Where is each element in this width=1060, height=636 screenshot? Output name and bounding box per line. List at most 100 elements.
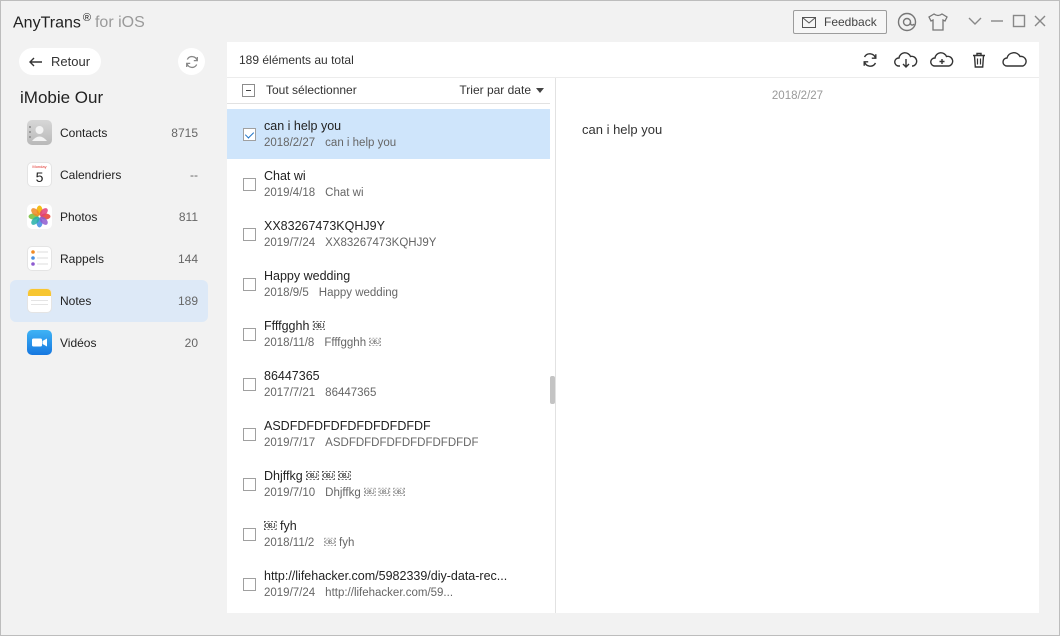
note-title: Dhjffkg ￼ ￼ ￼ xyxy=(264,469,351,483)
refresh-device-button[interactable] xyxy=(178,48,205,75)
total-count: 189 éléments au total xyxy=(239,53,354,67)
note-preview: 86447365 xyxy=(325,387,377,399)
maximize-icon[interactable] xyxy=(1011,13,1027,29)
note-title: ￼ fyh xyxy=(264,519,297,533)
note-title: Ffffgghh ￼ xyxy=(264,319,326,333)
photos-icon xyxy=(27,204,52,229)
note-preview: Dhjffkg ￼ ￼ ￼ xyxy=(325,487,405,499)
refresh-list-icon[interactable] xyxy=(859,50,881,70)
note-title: can i help you xyxy=(264,119,342,133)
add-to-device-icon[interactable] xyxy=(930,50,954,70)
note-row[interactable]: ASDFDFDFDFDFDFDFDFDF 2019/7/17 ASDFDFDFDF… xyxy=(227,409,550,459)
arrow-left-icon xyxy=(29,57,42,66)
sidebar-item-calendars[interactable]: Monday 5 Calendriers -- xyxy=(10,154,208,196)
row-checkbox[interactable] xyxy=(243,478,256,491)
select-all-label[interactable]: Tout sélectionner xyxy=(266,83,357,97)
note-title: http://lifehacker.com/5982339/diy-data-r… xyxy=(264,569,508,583)
note-row[interactable]: can i help you 2018/2/27 can i help you xyxy=(227,109,550,159)
note-preview: XX83267473KQHJ9Y xyxy=(325,237,437,249)
sidebar-item-contacts[interactable]: Contacts 8715 xyxy=(10,112,208,154)
sidebar-item-label: Calendriers xyxy=(60,168,122,182)
main-toolbar: 189 éléments au total xyxy=(227,42,1039,78)
note-date: 2018/11/2 xyxy=(264,537,315,549)
app-window: AnyTrans ® for iOS Feedback Retour iMobi… xyxy=(0,0,1060,636)
row-checkbox[interactable] xyxy=(243,128,256,141)
account-icon[interactable] xyxy=(896,11,918,33)
note-date: 2018/11/8 xyxy=(264,337,315,349)
note-row[interactable]: http://lifehacker.com/5982339/diy-data-r… xyxy=(227,559,550,609)
app-platform: for iOS xyxy=(94,14,145,32)
note-title: 86447365 xyxy=(264,369,320,383)
caret-down-icon xyxy=(536,87,544,93)
row-checkbox[interactable] xyxy=(243,528,256,541)
app-title: AnyTrans ® for iOS xyxy=(13,12,145,32)
contacts-icon xyxy=(27,120,52,145)
note-row[interactable]: Chat wi 2019/4/18 Chat wi xyxy=(227,159,550,209)
row-checkbox[interactable] xyxy=(243,578,256,591)
row-checkbox[interactable] xyxy=(243,278,256,291)
note-date: 2017/7/21 xyxy=(264,387,316,399)
note-row[interactable]: Dhjffkg ￼ ￼ ￼ 2019/7/10 Dhjffkg ￼ ￼ ￼ xyxy=(227,459,550,509)
sidebar-item-photos[interactable]: Photos 811 xyxy=(10,196,208,238)
sidebar-item-count: 20 xyxy=(184,336,198,350)
note-title: Happy wedding xyxy=(264,269,351,283)
note-preview: Ffffgghh ￼ xyxy=(324,337,381,349)
sidebar-item-label: Notes xyxy=(60,294,92,308)
sidebar-item-label: Contacts xyxy=(60,126,108,140)
notes-list: Tout sélectionner Trier par date can i h… xyxy=(227,78,556,613)
delete-icon[interactable] xyxy=(968,50,990,70)
back-button[interactable]: Retour xyxy=(19,48,101,75)
menu-dropdown-icon[interactable] xyxy=(967,13,983,29)
note-meta: 2019/7/24 XX83267473KQHJ9Y xyxy=(264,237,436,249)
refresh-icon xyxy=(185,55,198,68)
sort-label: Trier par date xyxy=(459,83,531,97)
sidebar-item-count: -- xyxy=(190,168,198,182)
close-icon[interactable] xyxy=(1032,13,1048,29)
note-meta: 2018/11/8 Ffffgghh ￼ xyxy=(264,337,381,349)
note-detail: 2018/2/27 can i help you xyxy=(556,78,1039,613)
icloud-icon[interactable] xyxy=(1002,50,1028,70)
sidebar-item-count: 811 xyxy=(178,210,198,224)
row-checkbox[interactable] xyxy=(243,378,256,391)
sidebar-item-label: Photos xyxy=(60,210,98,224)
sidebar-item-label: Vidéos xyxy=(60,336,97,350)
skin-shirt-icon[interactable] xyxy=(927,11,949,33)
row-checkbox[interactable] xyxy=(243,428,256,441)
note-preview: Chat wi xyxy=(325,187,364,199)
sidebar-item-reminders[interactable]: Rappels 144 xyxy=(10,238,208,280)
note-date: 2018/9/5 xyxy=(264,287,309,299)
note-meta: 2019/7/10 Dhjffkg ￼ ￼ ￼ xyxy=(264,487,405,499)
note-date: 2019/4/18 xyxy=(264,187,316,199)
detail-date: 2018/2/27 xyxy=(771,90,824,102)
feedback-label: Feedback xyxy=(824,15,877,29)
notes-icon xyxy=(27,288,52,313)
note-row[interactable]: 86447365 2017/7/21 86447365 xyxy=(227,359,550,409)
calendar-icon-day: 5 xyxy=(35,169,44,185)
list-header: Tout sélectionner Trier par date xyxy=(227,78,550,104)
title-bar: AnyTrans ® for iOS Feedback xyxy=(1,1,1059,41)
note-row[interactable]: Ffffgghh ￼ 2018/11/8 Ffffgghh ￼ xyxy=(227,309,550,359)
note-row[interactable]: XX83267473KQHJ9Y 2019/7/24 XX83267473KQHJ… xyxy=(227,209,550,259)
main-panel: 189 éléments au total Tout sélectionner xyxy=(227,42,1039,613)
app-name: AnyTrans xyxy=(13,14,81,32)
sidebar-item-count: 8715 xyxy=(171,126,198,140)
note-meta: 2017/7/21 86447365 xyxy=(264,387,376,399)
sidebar-item-videos[interactable]: Vidéos 20 xyxy=(10,322,208,364)
download-to-pc-icon[interactable] xyxy=(894,50,918,70)
sort-dropdown[interactable]: Trier par date xyxy=(459,83,544,97)
row-checkbox[interactable] xyxy=(243,228,256,241)
sidebar-item-count: 144 xyxy=(177,252,198,266)
minimize-icon[interactable] xyxy=(989,13,1005,29)
sidebar: Retour iMobie Our Contacts 8715 Monday 5… xyxy=(1,41,218,635)
note-row[interactable]: ￼ fyh 2018/11/2 ￼ fyh xyxy=(227,509,550,559)
note-meta: 2018/11/2 ￼ fyh xyxy=(264,537,354,549)
row-checkbox[interactable] xyxy=(243,328,256,341)
sidebar-item-notes[interactable]: Notes 189 xyxy=(10,280,208,322)
row-checkbox[interactable] xyxy=(243,178,256,191)
note-preview: ASDFDFDFDFDFDFDFDFDF xyxy=(325,437,479,449)
note-row[interactable]: Happy wedding 2018/9/5 Happy wedding xyxy=(227,259,550,309)
mail-icon xyxy=(802,16,816,28)
feedback-button[interactable]: Feedback xyxy=(793,10,887,34)
note-preview: Happy wedding xyxy=(318,287,399,299)
select-all-checkbox[interactable] xyxy=(242,84,255,97)
